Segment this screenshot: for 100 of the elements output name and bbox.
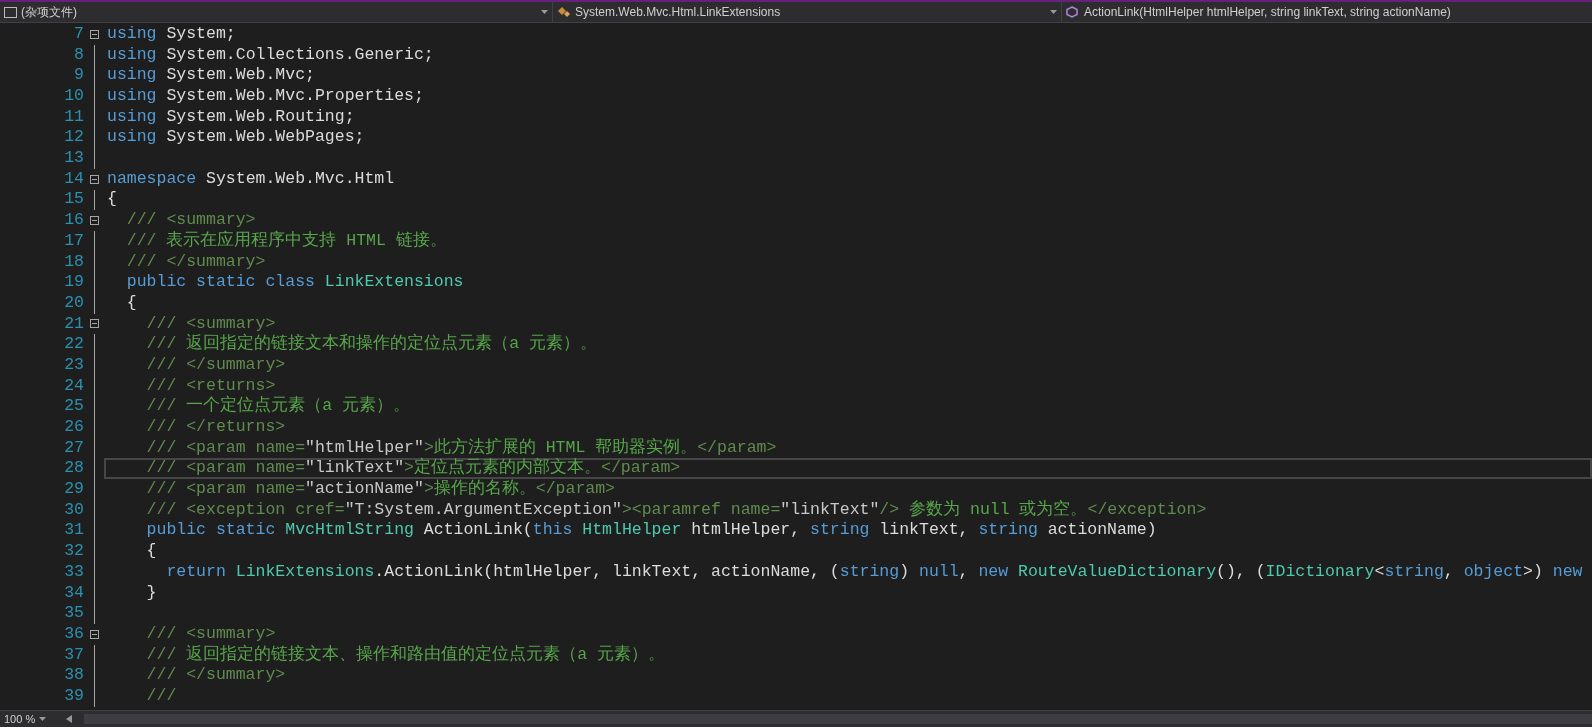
doc-comment: "linkText" (305, 457, 405, 480)
doc-comment: 一个定位点元素（a 元素）。 (185, 394, 411, 418)
line-number: 29 (63, 478, 84, 501)
doc-comment: > (404, 457, 414, 480)
scroll-left-icon[interactable] (66, 715, 72, 723)
doc-comment: 返回指定的链接文本和操作的定位点元素（a 元素）。 (185, 332, 598, 356)
code-text: ActionLink( (422, 519, 533, 542)
code-keyword: using (107, 23, 157, 45)
line-number: 34 (63, 581, 84, 604)
code-text: } (145, 581, 157, 604)
code-keyword: this (532, 519, 573, 542)
code-text: , (1443, 560, 1455, 583)
code-text: { (125, 291, 137, 314)
collapse-icon[interactable] (89, 216, 99, 226)
collapse-icon[interactable] (89, 174, 99, 184)
code-keyword: string (839, 560, 900, 583)
code-text: htmlHelper, (690, 519, 802, 542)
doc-comment: "actionName" (305, 478, 424, 501)
code-keyword: using (107, 85, 157, 108)
code-text: linkText, (878, 519, 970, 542)
doc-comment: /// </returns> (145, 416, 286, 439)
method-signature: ActionLink(HtmlHelper htmlHelper, string linkText, string actionName) (1084, 4, 1451, 21)
code-text: ) (899, 560, 911, 583)
code-keyword: null (919, 560, 959, 583)
line-number: 30 (63, 498, 84, 521)
line-number: 14 (63, 167, 84, 190)
doc-comment: /// <returns> (145, 374, 276, 395)
code-type-name: RouteValueDictionary (1017, 560, 1217, 583)
line-number: 24 (63, 374, 84, 397)
code-text: System.Web.Mvc.Html (205, 167, 395, 190)
type-dropdown[interactable]: System.Web.Mvc.Html.LinkExtensions (553, 2, 1062, 22)
code-text: >) (1523, 560, 1544, 583)
line-number: 39 (63, 684, 84, 707)
line-number: 25 (63, 395, 84, 418)
caret-icon (39, 717, 47, 721)
line-number: 7 (73, 23, 84, 45)
line-number: 27 (63, 436, 84, 459)
code-keyword: string (1384, 560, 1444, 583)
class-icon (557, 6, 571, 18)
doc-comment: /// </summary> (145, 664, 286, 687)
code-keyword: return (165, 560, 226, 583)
code-keyword: string (810, 519, 870, 542)
doc-comment: /> (879, 498, 900, 521)
code-text: { (145, 540, 157, 563)
line-number: 37 (63, 643, 84, 666)
doc-comment: /// <summary> (125, 209, 256, 230)
code-type-name: IDictionary (1265, 560, 1375, 583)
class-name: System.Web.Mvc.Html.LinkExtensions (575, 4, 782, 21)
line-number: 17 (63, 229, 84, 252)
doc-comment: /// <param name= (145, 436, 306, 459)
code-text: System.Web.WebPages; (165, 126, 365, 149)
doc-comment: 表示在应用程序中支持 HTML 链接。 (165, 229, 447, 252)
code-text: { (107, 188, 117, 211)
code-keyword: using (107, 43, 157, 66)
member-dropdown[interactable]: ActionLink(HtmlHelper htmlHelper, string linkText, string actionName) (1062, 2, 1592, 22)
doc-comment: /// (145, 333, 177, 356)
zoom-dropdown[interactable]: 100 % (0, 710, 62, 727)
collapse-icon[interactable] (89, 319, 99, 329)
doc-comment: 操作的名称。 (433, 478, 536, 501)
code-type-name: MvcHtmlString (284, 519, 414, 542)
line-number: 13 (63, 147, 84, 170)
code-text: < (1374, 560, 1385, 583)
line-number: 8 (73, 43, 84, 66)
doc-comment: > (423, 478, 434, 501)
line-number: 12 (63, 126, 84, 149)
line-number: 23 (63, 353, 84, 376)
zoom-level: 100 % (4, 711, 36, 727)
code-type-name: LinkExtensions (234, 560, 375, 583)
doc-comment: 参数为 null 或为空。 (908, 498, 1088, 521)
project-dropdown[interactable]: (杂项文件) (0, 2, 553, 22)
line-number: 20 (63, 291, 84, 314)
code-type-name: LinkExtensions (323, 271, 464, 294)
code-text: System.Web.Mvc; (165, 64, 315, 87)
code-text: actionName) (1046, 519, 1157, 542)
collapse-icon[interactable] (89, 29, 99, 39)
code-text: System.Web.Routing; (165, 105, 355, 128)
doc-comment: > (423, 436, 434, 457)
caret-icon (1050, 10, 1057, 14)
doc-comment: </param> (601, 457, 681, 480)
doc-comment: ><paramref name= (621, 498, 781, 521)
line-number: 9 (73, 64, 84, 87)
code-keyword: using (107, 64, 157, 87)
code-text: (), ( (1216, 560, 1266, 583)
line-number: 35 (63, 602, 84, 625)
code-text: .ActionLink(htmlHelper, linkText, actionName, ( (374, 560, 840, 583)
collapse-icon[interactable] (89, 629, 99, 639)
code-text: System.Collections.Generic; (165, 43, 434, 66)
code-keyword: new (978, 560, 1009, 583)
code-text: , (958, 560, 970, 583)
line-number: 21 (63, 312, 84, 335)
doc-comment: /// </summary> (145, 353, 286, 376)
caret-icon (541, 10, 548, 14)
code-keyword: new (1552, 560, 1583, 583)
code-keyword: using (107, 105, 157, 128)
code-keyword: using (107, 126, 157, 149)
doc-comment: /// <summary> (145, 622, 276, 644)
doc-comment: </param> (697, 436, 777, 459)
line-number: 11 (63, 105, 84, 128)
doc-comment: "htmlHelper" (305, 436, 424, 457)
method-icon (1066, 5, 1080, 19)
